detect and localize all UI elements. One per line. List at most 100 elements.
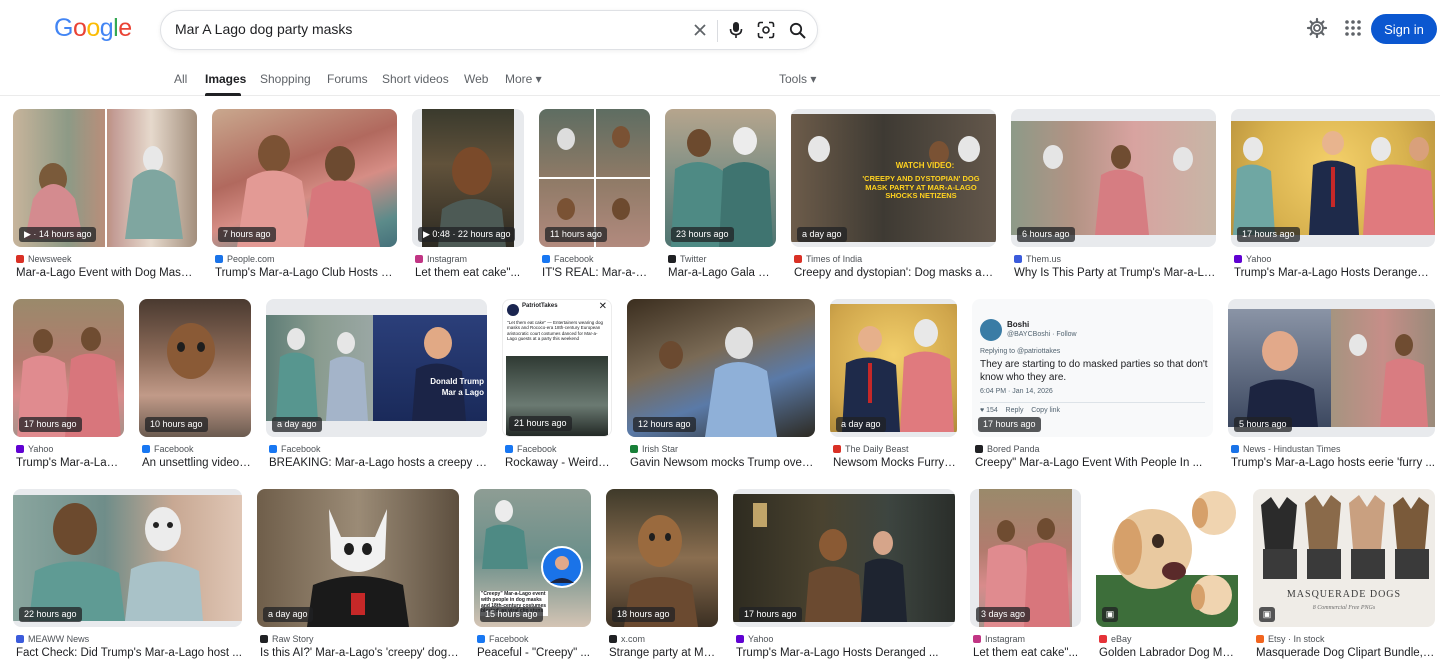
image-result[interactable]: 7 hours ago People.com Trump's Mar-a-Lag… [212, 109, 397, 281]
result-title[interactable]: An unsettling video ... [142, 457, 251, 469]
result-title[interactable]: Fact Check: Did Trump's Mar-a-Lago host … [16, 647, 242, 659]
result-thumbnail[interactable]: 3 days ago [970, 489, 1081, 627]
tab-images[interactable]: Images [205, 72, 246, 86]
result-source[interactable]: News - Hindustan Times [1231, 444, 1341, 454]
result-source[interactable]: Times of India [794, 254, 862, 264]
image-result[interactable]: 17 hours ago Yahoo Trump's Mar-a-Lago Ho… [1231, 109, 1435, 281]
result-title[interactable]: Gavin Newsom mocks Trump over ... [630, 457, 815, 469]
tab-forums[interactable]: Forums [327, 72, 368, 86]
result-title[interactable]: Trump's Mar-a-Lago Club Hosts Ga... [215, 267, 397, 279]
result-title[interactable]: IT'S REAL: Mar-a-La... [542, 267, 650, 279]
image-result[interactable]: Donald Trump Mar a Lago a day ago Facebo… [266, 299, 487, 471]
result-source[interactable]: Facebook [142, 444, 194, 454]
image-result[interactable]: 18 hours ago x.com Strange party at Ma..… [606, 489, 718, 661]
result-thumbnail[interactable]: a day ago [830, 299, 957, 437]
tab-all[interactable]: All [174, 72, 187, 86]
image-result[interactable]: WATCH VIDEO: 'CREEPY AND DYSTOPIAN' DOG … [791, 109, 996, 281]
result-title[interactable]: Trump's Mar-a-Lago Hosts Deranged ... [736, 647, 955, 659]
result-thumbnail[interactable]: 17 hours ago [733, 489, 955, 627]
result-title[interactable]: Creepy" Mar-a-Lago Event With People In … [975, 457, 1213, 469]
result-source[interactable]: Facebook [477, 634, 529, 644]
result-thumbnail[interactable]: 6 hours ago [1011, 109, 1216, 247]
result-source[interactable]: Facebook [542, 254, 594, 264]
image-result[interactable]: 22 hours ago MEAWW News Fact Check: Did … [13, 489, 242, 661]
result-title[interactable]: Is this AI?' Mar-a-Lago's 'creepy' dog .… [260, 647, 459, 659]
result-thumbnail[interactable]: 17 hours ago [13, 299, 124, 437]
image-result[interactable]: 6 hours ago Them.us Why Is This Party at… [1011, 109, 1216, 281]
image-result[interactable]: 17 hours ago Yahoo Trump's Mar-a-Lago... [13, 299, 124, 471]
result-title[interactable]: BREAKING: Mar-a-Lago hosts a creepy do..… [269, 457, 487, 469]
image-result[interactable]: ▣ eBay Golden Labrador Dog Mas... [1096, 489, 1238, 661]
image-result[interactable]: 5 hours ago News - Hindustan Times Trump… [1228, 299, 1435, 471]
result-thumbnail[interactable]: a day ago [257, 489, 459, 627]
image-result[interactable]: ▶ 0:48 · 22 hours ago Instagram Let them… [412, 109, 524, 281]
result-source[interactable]: Etsy · In stock [1256, 634, 1325, 644]
close-icon[interactable]: ✕ [599, 301, 607, 312]
result-thumbnail[interactable]: 22 hours ago [13, 489, 242, 627]
image-result[interactable]: a day ago The Daily Beast Newsom Mocks F… [830, 299, 957, 471]
result-title[interactable]: Rockaway - Weird: ... [505, 457, 612, 469]
result-source[interactable]: Newsweek [16, 254, 72, 264]
image-result[interactable]: Boshi @BAYCBoshi · Follow Replying to @p… [972, 299, 1213, 471]
google-logo[interactable]: Google [54, 14, 132, 43]
result-thumbnail[interactable]: "Creepy" Mar-a-Lago event with people in… [474, 489, 591, 627]
result-source[interactable]: Facebook [505, 444, 557, 454]
result-thumbnail[interactable]: 17 hours ago [1231, 109, 1435, 247]
result-title[interactable]: Let them eat cake"... [415, 267, 524, 279]
result-thumbnail[interactable]: ▶ · 14 hours ago [13, 109, 197, 247]
result-thumbnail[interactable]: Donald Trump Mar a Lago a day ago [266, 299, 487, 437]
result-source[interactable]: Bored Panda [975, 444, 1040, 454]
result-title[interactable]: Trump's Mar-a-Lago hosts eerie 'furry ..… [1231, 457, 1435, 469]
result-source[interactable]: Yahoo [1234, 254, 1271, 264]
result-source[interactable]: Facebook [269, 444, 321, 454]
apps-grid-icon[interactable] [1343, 18, 1363, 38]
clear-icon[interactable] [689, 19, 711, 41]
result-title[interactable]: Mar-a-Lago Gala Fe... [668, 267, 776, 279]
result-source[interactable]: People.com [215, 254, 275, 264]
microphone-icon[interactable] [725, 19, 747, 41]
result-title[interactable]: Trump's Mar-a-Lago Hosts Deranged ... [1234, 267, 1435, 279]
result-thumbnail[interactable]: 10 hours ago [139, 299, 251, 437]
result-thumbnail[interactable]: ▶ 0:48 · 22 hours ago [412, 109, 524, 247]
image-result[interactable]: 17 hours ago Yahoo Trump's Mar-a-Lago Ho… [733, 489, 955, 661]
result-source[interactable]: The Daily Beast [833, 444, 909, 454]
result-thumbnail[interactable]: PatriotTakes ✕ "Let them eat cake" — Ent… [502, 299, 612, 437]
image-result[interactable]: "Creepy" Mar-a-Lago event with people in… [474, 489, 591, 661]
result-title[interactable]: Trump's Mar-a-Lago... [16, 457, 124, 469]
result-source[interactable]: Raw Story [260, 634, 314, 644]
result-title[interactable]: Creepy and dystopian': Dog masks and... [794, 267, 996, 279]
result-source[interactable]: Instagram [973, 634, 1025, 644]
result-thumbnail[interactable]: WATCH VIDEO: 'CREEPY AND DYSTOPIAN' DOG … [791, 109, 996, 247]
result-title[interactable]: Mar-a-Lago Event with Dog Masks ... [16, 267, 197, 279]
result-title[interactable]: Strange party at Ma... [609, 647, 718, 659]
image-result[interactable]: MASQUERADE DOGS 8 Commercial Free PNGs ▣… [1253, 489, 1435, 661]
tab-shopping[interactable]: Shopping [260, 72, 311, 86]
image-result[interactable]: 3 days ago Instagram Let them eat cake".… [970, 489, 1081, 661]
result-source[interactable]: MEAWW News [16, 634, 89, 644]
result-thumbnail[interactable]: 11 hours ago [539, 109, 650, 247]
result-title[interactable]: Golden Labrador Dog Mas... [1099, 647, 1238, 659]
result-source[interactable]: Yahoo [736, 634, 773, 644]
lens-camera-icon[interactable] [755, 19, 777, 41]
result-source[interactable]: Twitter [668, 254, 707, 264]
image-result[interactable]: PatriotTakes ✕ "Let them eat cake" — Ent… [502, 299, 612, 471]
result-title[interactable]: Peaceful - "Creepy" ... [477, 647, 591, 659]
result-source[interactable]: Irish Star [630, 444, 678, 454]
image-result[interactable]: ▶ · 14 hours ago Newsweek Mar-a-Lago Eve… [13, 109, 197, 281]
result-source[interactable]: Them.us [1014, 254, 1061, 264]
image-result[interactable]: 12 hours ago Irish Star Gavin Newsom moc… [627, 299, 815, 471]
image-result[interactable]: 11 hours ago Facebook IT'S REAL: Mar-a-L… [539, 109, 650, 281]
sign-in-button[interactable]: Sign in [1371, 14, 1437, 44]
gear-icon[interactable] [1306, 17, 1328, 39]
result-title[interactable]: Why Is This Party at Trump's Mar-a-La... [1014, 267, 1216, 279]
search-input[interactable]: Mar A Lago dog party masks [175, 21, 352, 37]
result-thumbnail[interactable]: 18 hours ago [606, 489, 718, 627]
result-thumbnail[interactable]: 7 hours ago [212, 109, 397, 247]
result-source[interactable]: eBay [1099, 634, 1132, 644]
result-title[interactable]: Let them eat cake"... [973, 647, 1081, 659]
tools-button[interactable]: Tools ▾ [779, 72, 816, 86]
result-thumbnail[interactable]: Boshi @BAYCBoshi · Follow Replying to @p… [972, 299, 1213, 437]
tab-short-videos[interactable]: Short videos [382, 72, 449, 86]
result-source[interactable]: Instagram [415, 254, 467, 264]
image-result[interactable]: a day ago Raw Story Is this AI?' Mar-a-L… [257, 489, 459, 661]
